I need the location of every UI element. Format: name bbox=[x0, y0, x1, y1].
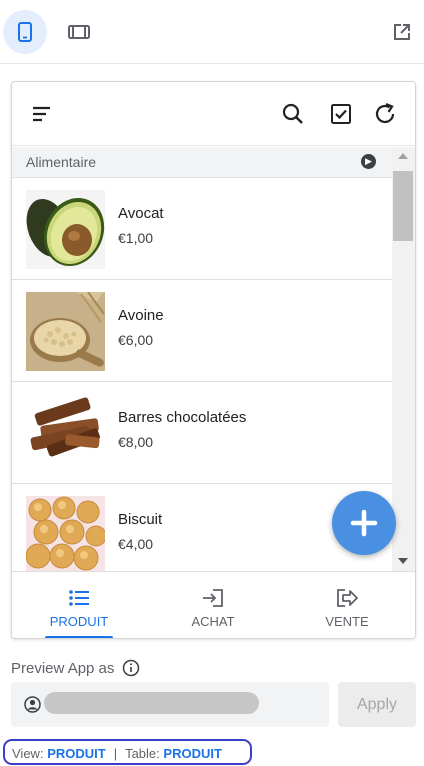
plus-icon bbox=[350, 509, 378, 537]
account-icon bbox=[24, 696, 41, 713]
group-header[interactable]: Alimentaire ▶ bbox=[12, 147, 392, 178]
table-link[interactable]: PRODUIT bbox=[163, 746, 222, 761]
product-name: Biscuit bbox=[118, 511, 163, 528]
list-item[interactable]: Avocat €1,00 bbox=[12, 178, 392, 280]
product-name: Avoine bbox=[118, 307, 164, 324]
list-item[interactable]: Avoine €6,00 bbox=[12, 280, 392, 382]
view-label: View: bbox=[12, 746, 44, 761]
preview-user-value bbox=[44, 692, 259, 714]
add-button[interactable] bbox=[332, 491, 396, 555]
preview-app-as-label: Preview App as bbox=[11, 660, 115, 677]
tab-produit[interactable]: PRODUIT bbox=[12, 572, 146, 638]
view-table-info: View: PRODUIT | Table: PRODUIT bbox=[3, 739, 252, 765]
view-link[interactable]: PRODUIT bbox=[47, 746, 106, 761]
menu-icon bbox=[33, 106, 50, 122]
product-price: €1,00 bbox=[118, 230, 154, 246]
app-preview-frame: Alimentaire ▶ Avocat €1,00 Avoine €6,00 … bbox=[11, 81, 416, 639]
mobile-view-button[interactable] bbox=[3, 10, 47, 54]
chevron-right-icon[interactable]: ▶ bbox=[361, 154, 376, 169]
tablet-view-button[interactable] bbox=[57, 10, 101, 54]
search-icon bbox=[282, 103, 303, 124]
product-image-oats bbox=[26, 292, 105, 371]
scroll-down-arrow[interactable] bbox=[398, 558, 408, 564]
product-image-avocado bbox=[26, 190, 105, 269]
product-price: €4,00 bbox=[118, 536, 154, 552]
product-image-biscuits bbox=[26, 496, 105, 571]
separator: | bbox=[113, 746, 118, 761]
preview-user-field[interactable] bbox=[11, 682, 329, 727]
product-image-chocolate-bars bbox=[26, 394, 105, 473]
forward-icon bbox=[337, 589, 358, 607]
scroll-up-arrow[interactable] bbox=[398, 153, 408, 159]
open-external-icon bbox=[394, 24, 410, 40]
tab-achat[interactable]: ACHAT bbox=[146, 572, 280, 638]
product-price: €8,00 bbox=[118, 434, 154, 450]
scroll-thumb[interactable] bbox=[393, 171, 413, 241]
tab-label: VENTE bbox=[325, 614, 369, 629]
tab-label: ACHAT bbox=[191, 614, 235, 629]
list-scrollbar[interactable] bbox=[392, 147, 415, 571]
phone-icon bbox=[18, 22, 32, 42]
refresh-icon bbox=[375, 102, 395, 124]
checkbox-icon bbox=[331, 104, 351, 124]
product-name: Avocat bbox=[118, 205, 164, 222]
info-icon[interactable] bbox=[122, 659, 140, 677]
search-button[interactable] bbox=[277, 98, 309, 130]
app-header bbox=[12, 82, 415, 146]
product-price: €6,00 bbox=[118, 332, 154, 348]
product-name: Barres chocolatées bbox=[118, 409, 247, 426]
apply-button[interactable]: Apply bbox=[338, 682, 416, 727]
preview-toolbar bbox=[0, 0, 424, 64]
tablet-icon bbox=[68, 25, 90, 39]
list-item[interactable]: Barres chocolatées €8,00 bbox=[12, 382, 392, 484]
open-external-button[interactable] bbox=[380, 10, 424, 54]
bottom-navigation: PRODUIT ACHAT VENTE bbox=[12, 571, 415, 638]
table-label: Table: bbox=[125, 746, 160, 761]
menu-button[interactable] bbox=[25, 98, 57, 130]
tab-vente[interactable]: VENTE bbox=[280, 572, 414, 638]
active-tab-indicator bbox=[45, 636, 113, 638]
login-icon bbox=[203, 589, 223, 607]
tab-label: PRODUIT bbox=[49, 614, 109, 629]
refresh-button[interactable] bbox=[369, 98, 401, 130]
select-button[interactable] bbox=[325, 98, 357, 130]
group-label: Alimentaire bbox=[26, 154, 97, 170]
list-icon bbox=[69, 590, 89, 606]
